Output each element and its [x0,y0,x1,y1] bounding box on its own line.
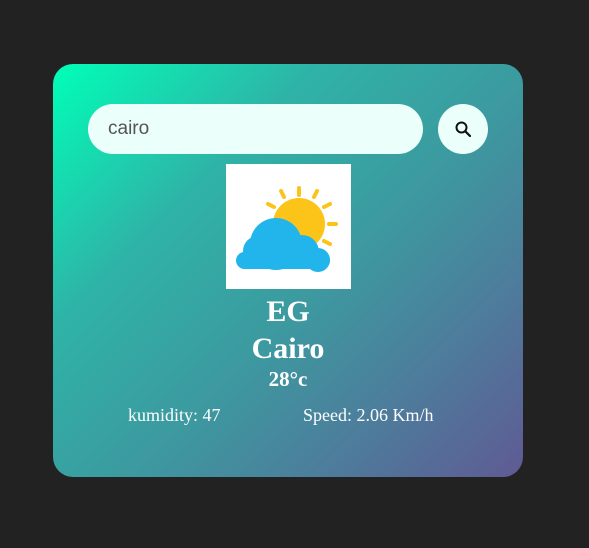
search-button[interactable] [438,104,488,154]
weather-card: EG Cairo 28°c kumidity: 47 Speed: 2.06 K… [53,64,523,477]
search-icon [455,121,471,137]
temperature: 28°c [268,367,308,391]
wind-speed-reading: Speed: 2.06 Km/h [303,405,434,425]
weather-condition-image [226,164,351,289]
partly-cloudy-icon [226,164,351,294]
humidity-reading: kumidity: 47 [128,405,221,425]
city-name: Cairo [251,332,325,365]
search-input[interactable] [88,104,423,154]
country-code: EG [266,295,310,328]
